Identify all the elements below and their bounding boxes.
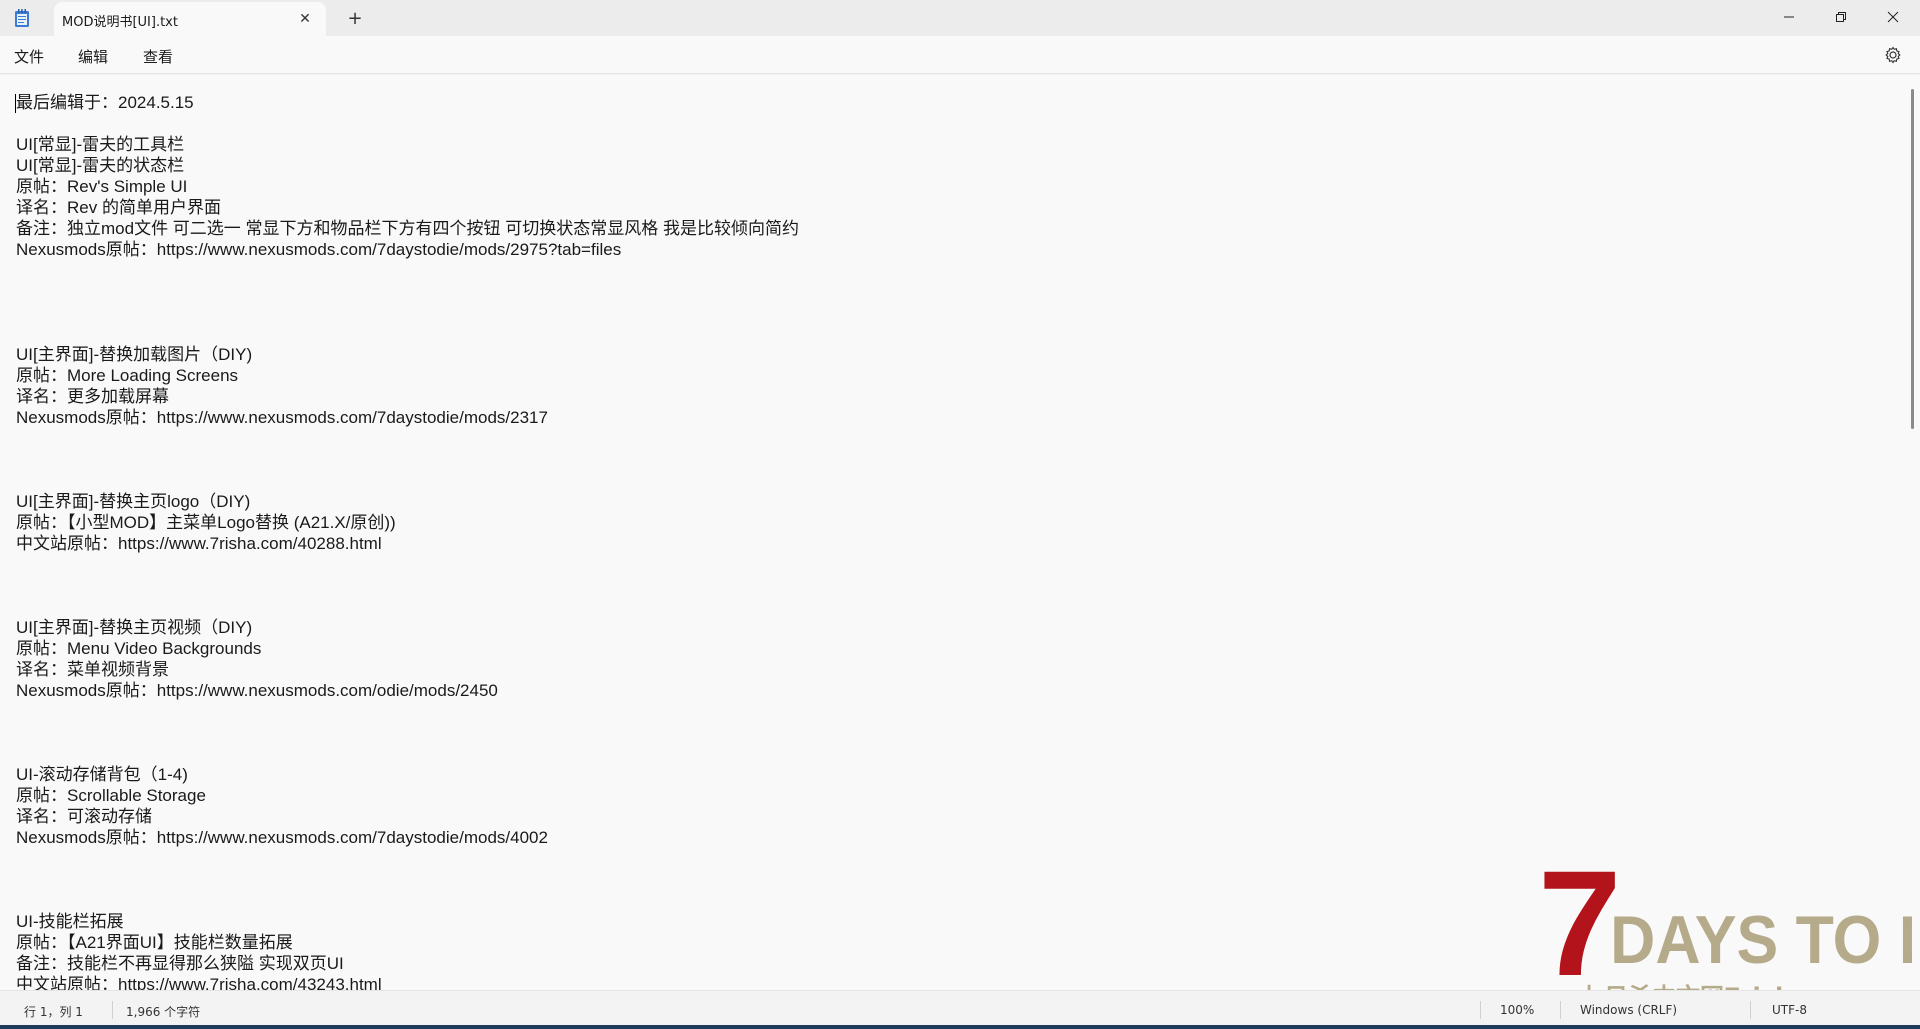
text-line[interactable]: 最后编辑于：2024.5.15 bbox=[16, 92, 799, 113]
text-line[interactable]: 中文站原帖：https://www.7risha.com/43243.html bbox=[16, 974, 799, 990]
menu-bar: 文件 编辑 查看 bbox=[0, 36, 1920, 74]
status-divider bbox=[1560, 1001, 1561, 1019]
line-ending: Windows (CRLF) bbox=[1580, 1003, 1678, 1017]
text-line[interactable] bbox=[16, 302, 799, 323]
text-line[interactable]: Nexusmods原帖：https://www.nexusmods.com/od… bbox=[16, 680, 799, 701]
text-line[interactable]: 原帖：Scrollable Storage bbox=[16, 785, 799, 806]
gear-icon[interactable] bbox=[1884, 46, 1902, 64]
text-line[interactable]: 译名：更多加载屏幕 bbox=[16, 386, 799, 407]
text-line[interactable]: UI[常显]-雷夫的状态栏 bbox=[16, 155, 799, 176]
vertical-scrollbar[interactable] bbox=[1906, 75, 1920, 990]
text-caret bbox=[15, 94, 16, 113]
text-line[interactable]: 备注：技能栏不再显得那么狭隘 实现双页UI bbox=[16, 953, 799, 974]
status-divider bbox=[1480, 1001, 1481, 1019]
cursor-position: 行 1，列 1 bbox=[24, 1005, 83, 1019]
char-count: 1,966 个字符 bbox=[126, 1005, 201, 1019]
notepad-icon bbox=[15, 9, 29, 27]
text-line[interactable]: 原帖：Rev's Simple UI bbox=[16, 176, 799, 197]
text-line[interactable] bbox=[16, 890, 799, 911]
text-line[interactable]: 译名：可滚动存储 bbox=[16, 806, 799, 827]
menu-view[interactable]: 查看 bbox=[137, 44, 179, 69]
text-line[interactable] bbox=[16, 470, 799, 491]
text-line[interactable]: UI-滚动存储背包（1-4) bbox=[16, 764, 799, 785]
text-line[interactable]: 备注：独立mod文件 可二选一 常显下方和物品栏下方有四个按钮 可切换状态常显风… bbox=[16, 218, 799, 239]
window-close-icon[interactable] bbox=[1870, 0, 1916, 34]
text-line[interactable]: 译名：菜单视频背景 bbox=[16, 659, 799, 680]
text-line[interactable] bbox=[16, 323, 799, 344]
close-icon[interactable]: ✕ bbox=[294, 8, 316, 30]
text-line[interactable] bbox=[16, 575, 799, 596]
text-line[interactable]: 译名：Rev 的简单用户界面 bbox=[16, 197, 799, 218]
text-line[interactable]: Nexusmods原帖：https://www.nexusmods.com/7d… bbox=[16, 827, 799, 848]
text-line[interactable] bbox=[16, 113, 799, 134]
minimize-icon[interactable] bbox=[1766, 0, 1812, 34]
taskbar-edge bbox=[0, 1025, 1920, 1029]
text-line[interactable] bbox=[16, 260, 799, 281]
status-bar: 行 1，列 1 1,966 个字符 100% Windows (CRLF) UT… bbox=[0, 990, 1920, 1029]
zoom-level[interactable]: 100% bbox=[1500, 1003, 1534, 1017]
text-line[interactable]: UI[主界面]-替换加载图片（DIY) bbox=[16, 344, 799, 365]
text-line[interactable]: 原帖：【A21界面UI】技能栏数量拓展 bbox=[16, 932, 799, 953]
plus-icon[interactable]: + bbox=[342, 6, 368, 30]
text-line[interactable] bbox=[16, 449, 799, 470]
text-line[interactable]: 原帖：【小型MOD】主菜单Logo替换 (A21.X/原创)) bbox=[16, 512, 799, 533]
text-line[interactable] bbox=[16, 554, 799, 575]
text-line[interactable] bbox=[16, 428, 799, 449]
logo-title: DAYS TO DIE bbox=[1610, 902, 1912, 978]
text-line[interactable]: Nexusmods原帖：https://www.nexusmods.com/7d… bbox=[16, 407, 799, 428]
text-line[interactable]: Nexusmods原帖：https://www.nexusmods.com/7d… bbox=[16, 239, 799, 260]
scroll-thumb[interactable] bbox=[1911, 89, 1914, 429]
status-divider bbox=[1750, 1001, 1751, 1019]
text-line[interactable] bbox=[16, 596, 799, 617]
text-line[interactable] bbox=[16, 281, 799, 302]
title-bar: MOD说明书[UI].txt ✕ + bbox=[0, 0, 1920, 36]
text-line[interactable] bbox=[16, 743, 799, 764]
text-line[interactable]: 中文站原帖：https://www.7risha.com/40288.html bbox=[16, 533, 799, 554]
text-editor[interactable]: 最后编辑于：2024.5.15 UI[常显]-雷夫的工具栏 UI[常显]-雷夫的状态… bbox=[0, 75, 1906, 990]
text-line[interactable] bbox=[16, 848, 799, 869]
text-line[interactable]: UI[常显]-雷夫的工具栏 bbox=[16, 134, 799, 155]
text-line[interactable]: UI[主界面]-替换主页logo（DIY) bbox=[16, 491, 799, 512]
status-divider bbox=[112, 1001, 113, 1019]
text-line[interactable] bbox=[16, 869, 799, 890]
encoding: UTF-8 bbox=[1772, 1003, 1807, 1017]
text-line[interactable] bbox=[16, 722, 799, 743]
text-line[interactable]: UI[主界面]-替换主页视频（DIY) bbox=[16, 617, 799, 638]
text-line[interactable]: 原帖：More Loading Screens bbox=[16, 365, 799, 386]
menu-file[interactable]: 文件 bbox=[8, 44, 50, 69]
text-line[interactable] bbox=[16, 701, 799, 722]
tab-title: MOD说明书[UI].txt bbox=[62, 15, 178, 30]
document-text[interactable]: 最后编辑于：2024.5.15 UI[常显]-雷夫的工具栏 UI[常显]-雷夫的状态… bbox=[16, 92, 799, 990]
menu-edit[interactable]: 编辑 bbox=[72, 44, 114, 69]
document-tab[interactable]: MOD说明书[UI].txt ✕ bbox=[54, 2, 326, 36]
maximize-icon[interactable] bbox=[1818, 0, 1864, 34]
text-line[interactable]: UI-技能栏拓展 bbox=[16, 911, 799, 932]
text-line[interactable]: 原帖：Menu Video Backgrounds bbox=[16, 638, 799, 659]
